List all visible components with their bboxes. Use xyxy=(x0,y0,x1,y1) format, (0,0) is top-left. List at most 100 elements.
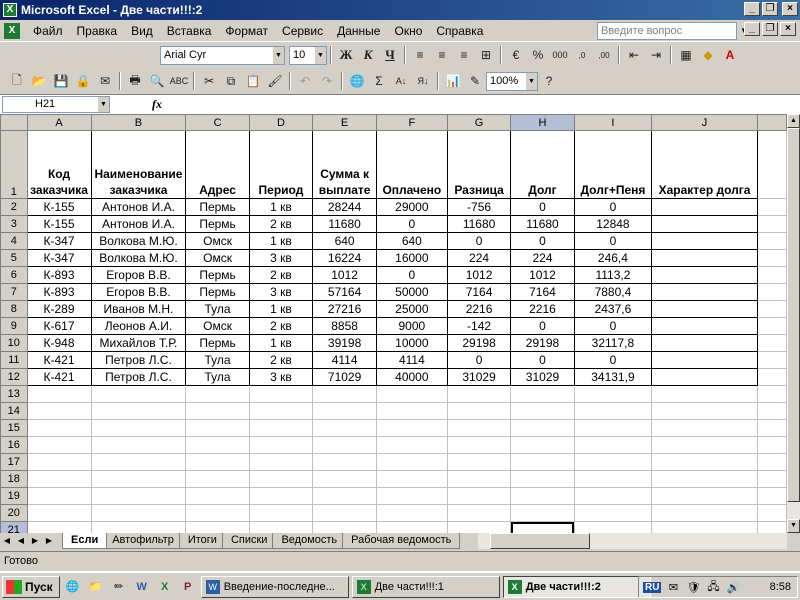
cell[interactable]: К-893 xyxy=(26,266,92,284)
cell[interactable]: 27216 xyxy=(312,300,377,318)
cell[interactable] xyxy=(651,249,758,267)
language-indicator[interactable]: RU xyxy=(643,581,662,593)
cell[interactable] xyxy=(651,487,758,505)
cell[interactable]: 7164 xyxy=(510,283,575,301)
cell[interactable]: Петров Л.С. xyxy=(90,368,187,386)
cell[interactable] xyxy=(312,453,377,471)
cell[interactable]: 4114 xyxy=(312,351,377,369)
email-icon[interactable]: ✉ xyxy=(94,70,116,92)
cell[interactable] xyxy=(312,521,377,533)
cell[interactable] xyxy=(185,436,250,454)
paste-icon[interactable]: 📋 xyxy=(242,70,264,92)
cell[interactable]: 2437,6 xyxy=(573,300,653,318)
cell[interactable]: 9000 xyxy=(375,317,448,335)
cell[interactable] xyxy=(651,470,758,488)
cell[interactable]: К-421 xyxy=(26,351,92,369)
cell[interactable]: 0 xyxy=(446,232,512,250)
cell[interactable] xyxy=(375,504,448,522)
row-header[interactable]: 6 xyxy=(0,266,28,284)
prev-sheet-icon[interactable]: ◀ xyxy=(14,533,28,549)
cell[interactable] xyxy=(756,198,787,216)
cell[interactable]: 640 xyxy=(375,232,448,250)
hyperlink-icon[interactable]: 🌐 xyxy=(346,70,368,92)
help-icon[interactable]: ? xyxy=(538,70,560,92)
column-header[interactable]: J xyxy=(651,114,758,131)
cell[interactable] xyxy=(756,436,787,454)
spelling-icon[interactable]: ABC xyxy=(168,70,190,92)
cell[interactable]: Пермь xyxy=(185,334,250,352)
cell[interactable]: 1 кв xyxy=(248,198,314,216)
cell[interactable] xyxy=(90,385,187,403)
menu-help[interactable]: Справка xyxy=(429,21,490,41)
cell[interactable]: К-617 xyxy=(26,317,92,335)
cell[interactable]: 12848 xyxy=(573,215,653,233)
cell[interactable] xyxy=(248,487,314,505)
cell[interactable] xyxy=(90,504,187,522)
column-header[interactable]: H xyxy=(510,114,575,131)
scroll-up-icon[interactable]: ▲ xyxy=(787,114,800,128)
autosum-icon[interactable]: Σ xyxy=(368,70,390,92)
cell[interactable] xyxy=(446,487,512,505)
menu-insert[interactable]: Вставка xyxy=(160,21,219,41)
cell[interactable]: 2 кв xyxy=(248,215,314,233)
cell[interactable]: К-155 xyxy=(26,215,92,233)
cell[interactable] xyxy=(510,487,575,505)
select-all-corner[interactable] xyxy=(0,114,28,131)
cell[interactable] xyxy=(651,402,758,420)
cell[interactable] xyxy=(756,266,787,284)
cell[interactable]: 1 кв xyxy=(248,334,314,352)
column-header[interactable]: I xyxy=(573,114,653,131)
cell[interactable]: 39198 xyxy=(312,334,377,352)
merge-center-icon[interactable]: ⊞ xyxy=(475,44,497,66)
cell[interactable]: 0 xyxy=(375,266,448,284)
cell[interactable] xyxy=(248,436,314,454)
cell[interactable] xyxy=(573,436,653,454)
first-sheet-icon[interactable]: ◀ xyxy=(0,533,14,549)
cell[interactable] xyxy=(26,402,92,420)
cell[interactable]: 0 xyxy=(573,198,653,216)
cell[interactable]: Омск xyxy=(185,317,250,335)
cell[interactable] xyxy=(756,232,787,250)
cell[interactable]: Тула xyxy=(185,351,250,369)
cell[interactable]: Леонов А.И. xyxy=(90,317,187,335)
row-header[interactable]: 5 xyxy=(0,249,28,267)
browser-icon[interactable]: 🌐 xyxy=(63,577,83,597)
cell[interactable] xyxy=(26,521,92,533)
excel-icon[interactable]: X xyxy=(155,577,175,597)
print-preview-icon[interactable]: 🔍 xyxy=(146,70,168,92)
row-header[interactable]: 19 xyxy=(0,487,28,505)
folder-icon[interactable]: 📁 xyxy=(86,577,106,597)
cell[interactable]: 0 xyxy=(375,215,448,233)
row-header[interactable]: 8 xyxy=(0,300,28,318)
cell[interactable] xyxy=(90,470,187,488)
cell[interactable]: 640 xyxy=(312,232,377,250)
start-button[interactable]: Пуск xyxy=(2,575,60,598)
thousands-icon[interactable]: 000 xyxy=(549,44,571,66)
cell[interactable] xyxy=(312,487,377,505)
scroll-down-icon[interactable]: ▼ xyxy=(787,519,800,533)
last-sheet-icon[interactable]: ▶ xyxy=(42,533,56,549)
header-cell[interactable]: Долг+Пеня xyxy=(573,130,653,199)
access-icon[interactable]: P xyxy=(178,577,198,597)
cell[interactable]: 71029 xyxy=(312,368,377,386)
row-header[interactable]: 10 xyxy=(0,334,28,352)
cell[interactable] xyxy=(185,521,250,533)
header-cell[interactable]: Оплачено xyxy=(375,130,448,199)
cell[interactable]: 1113,2 xyxy=(573,266,653,284)
cell[interactable]: 0 xyxy=(510,198,575,216)
cell[interactable] xyxy=(90,436,187,454)
cell[interactable]: 1 кв xyxy=(248,232,314,250)
cell[interactable] xyxy=(446,385,512,403)
selected-cell[interactable] xyxy=(510,521,575,533)
cell[interactable] xyxy=(573,504,653,522)
cell[interactable] xyxy=(185,504,250,522)
header-cell[interactable]: Адрес xyxy=(185,130,250,199)
cell[interactable]: К-289 xyxy=(26,300,92,318)
cell[interactable]: 29000 xyxy=(375,198,448,216)
cell[interactable]: 224 xyxy=(510,249,575,267)
cell[interactable] xyxy=(248,504,314,522)
header-cell[interactable]: Характер долга xyxy=(651,130,758,199)
cell[interactable] xyxy=(756,334,787,352)
cell[interactable] xyxy=(446,521,512,533)
cell[interactable]: 10000 xyxy=(375,334,448,352)
